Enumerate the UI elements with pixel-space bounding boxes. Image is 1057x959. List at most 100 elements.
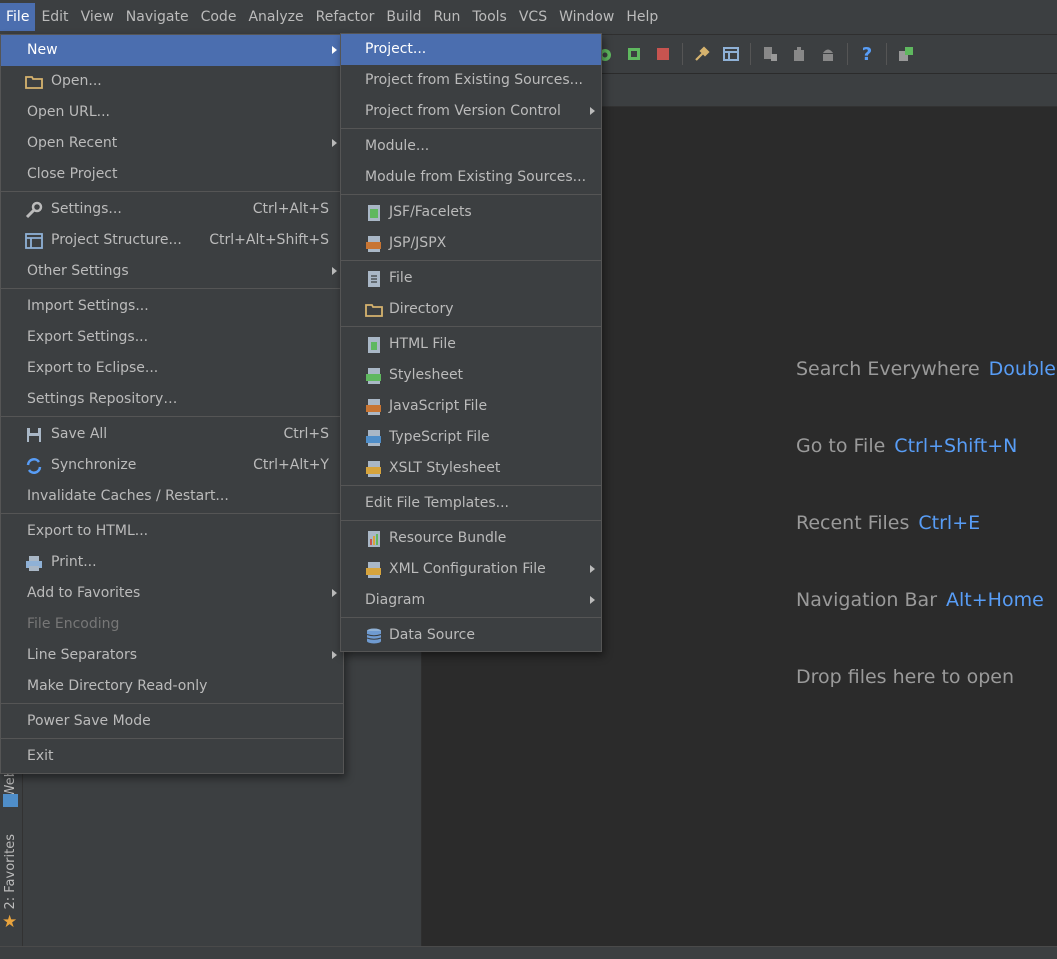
submenu-arrow-icon <box>332 589 337 597</box>
menu-item-label: Edit File Templates... <box>365 495 509 511</box>
menu-item-label: TypeScript File <box>389 429 490 445</box>
menu-item-label: Data Source <box>389 627 475 643</box>
menu-separator <box>341 617 601 618</box>
menu-help[interactable]: Help <box>620 3 664 31</box>
menu-item-power-save[interactable]: Power Save Mode <box>1 706 343 737</box>
menu-item-export-eclipse[interactable]: Export to Eclipse... <box>1 353 343 384</box>
tool-tab-favorites[interactable]: 2: Favorites <box>3 834 18 910</box>
menu-item-open-recent[interactable]: Open Recent <box>1 128 343 159</box>
menu-item-print[interactable]: Print... <box>1 547 343 578</box>
menu-item-xslt[interactable]: XSLT Stylesheet <box>341 453 601 484</box>
menu-navigate[interactable]: Navigate <box>120 3 195 31</box>
sdk-manager-icon[interactable] <box>760 44 780 64</box>
stop-icon[interactable] <box>653 44 673 64</box>
menu-item-settings-repository[interactable]: Settings Repository… <box>1 384 343 415</box>
menu-item-shortcut: Ctrl+Alt+S <box>252 201 329 217</box>
avd-manager-icon[interactable] <box>789 44 809 64</box>
menu-item-jsf[interactable]: JSF/Facelets <box>341 197 601 228</box>
menu-item-export-settings[interactable]: Export Settings... <box>1 322 343 353</box>
menu-separator <box>341 326 601 327</box>
menu-item-new[interactable]: New <box>1 35 343 66</box>
menu-item-open[interactable]: Open... <box>1 66 343 97</box>
menu-item-label: Save All <box>51 426 108 442</box>
menu-item-make-readonly[interactable]: Make Directory Read-only <box>1 671 343 702</box>
hint-shortcut: Ctrl+E <box>918 512 981 534</box>
menu-help-label: Help <box>626 9 659 25</box>
file-menu: New Open... Open URL... Open Recent Clos… <box>0 34 344 774</box>
hint-shortcut: Ctrl+Shift+N <box>894 435 1018 457</box>
submenu-arrow-icon <box>590 596 595 604</box>
submenu-arrow-icon <box>332 651 337 659</box>
menu-item-add-favorites[interactable]: Add to Favorites <box>1 578 343 609</box>
menu-item-project-structure[interactable]: Project Structure... Ctrl+Alt+Shift+S <box>1 225 343 256</box>
menu-item-javascript[interactable]: JavaScript File <box>341 391 601 422</box>
typescript-file-icon <box>366 430 381 446</box>
menu-item-label: Exit <box>27 748 54 764</box>
settings-wrench-icon[interactable] <box>692 44 712 64</box>
menu-item-export-html[interactable]: Export to HTML... <box>1 516 343 547</box>
menu-item-module[interactable]: Module... <box>341 131 601 162</box>
menu-file[interactable]: File <box>0 3 36 31</box>
star-icon: ★ <box>2 912 18 932</box>
menu-code[interactable]: Code <box>195 3 243 31</box>
menu-item-line-separators[interactable]: Line Separators <box>1 640 343 671</box>
menu-build[interactable]: Build <box>380 3 427 31</box>
menu-item-close-project[interactable]: Close Project <box>1 159 343 190</box>
css-file-icon <box>366 368 381 384</box>
menu-analyze[interactable]: Analyze <box>242 3 309 31</box>
menu-item-save-all[interactable]: Save All Ctrl+S <box>1 419 343 450</box>
menu-vcs-label: VCS <box>518 9 548 25</box>
menu-tools[interactable]: Tools <box>466 3 513 31</box>
plugin-icon[interactable] <box>896 44 916 64</box>
database-icon <box>366 628 382 644</box>
menu-item-import-settings[interactable]: Import Settings... <box>1 291 343 322</box>
menu-item-module-existing[interactable]: Module from Existing Sources... <box>341 162 601 193</box>
menu-separator <box>1 513 343 514</box>
menu-item-synchronize[interactable]: Synchronize Ctrl+Alt+Y <box>1 450 343 481</box>
menu-item-project-vcs[interactable]: Project from Version Control <box>341 96 601 127</box>
menu-item-data-source[interactable]: Data Source <box>341 620 601 651</box>
menu-refactor[interactable]: Refactor <box>310 3 381 31</box>
menu-item-exit[interactable]: Exit <box>1 741 343 772</box>
coverage-icon[interactable] <box>624 44 644 64</box>
menu-item-label: JSP/JSPX <box>389 235 447 251</box>
menu-item-new-project[interactable]: Project... <box>341 34 601 65</box>
menu-item-label: Project from Existing Sources... <box>365 72 584 88</box>
android-icon[interactable] <box>818 44 838 64</box>
menu-item-label: Project from Version Control <box>365 103 561 119</box>
menu-item-xml-config[interactable]: XML Configuration File <box>341 554 601 585</box>
menu-vcs[interactable]: VCS <box>513 3 553 31</box>
menu-item-label: Line Separators <box>27 647 138 663</box>
folder-icon <box>25 76 43 89</box>
menu-item-html-file[interactable]: HTML File <box>341 329 601 360</box>
menu-item-edit-templates[interactable]: Edit File Templates... <box>341 488 601 519</box>
menu-item-typescript[interactable]: TypeScript File <box>341 422 601 453</box>
menu-refactor-label: Refactor <box>315 9 375 25</box>
menu-item-label: File Encoding <box>27 616 120 632</box>
menu-run[interactable]: Run <box>428 3 467 31</box>
hint-text: Search Everywhere <box>796 358 980 380</box>
menu-item-directory[interactable]: Directory <box>341 294 601 325</box>
menu-item-open-url[interactable]: Open URL... <box>1 97 343 128</box>
menu-edit[interactable]: Edit <box>35 3 74 31</box>
menu-item-label: Stylesheet <box>389 367 464 383</box>
menu-item-invalidate-caches[interactable]: Invalidate Caches / Restart... <box>1 481 343 512</box>
save-icon <box>27 428 41 442</box>
sync-icon <box>26 458 42 474</box>
menu-view[interactable]: View <box>75 3 120 31</box>
menu-item-stylesheet[interactable]: Stylesheet <box>341 360 601 391</box>
menu-item-resource-bundle[interactable]: Resource Bundle <box>341 523 601 554</box>
menu-item-label: Resource Bundle <box>389 530 507 546</box>
project-structure-icon[interactable] <box>721 44 741 64</box>
menu-item-file[interactable]: File <box>341 263 601 294</box>
help-icon[interactable]: ? <box>857 44 877 65</box>
menu-item-other-settings[interactable]: Other Settings <box>1 256 343 287</box>
menu-item-project-existing[interactable]: Project from Existing Sources... <box>341 65 601 96</box>
menu-item-settings[interactable]: Settings... Ctrl+Alt+S <box>1 194 343 225</box>
menu-item-label: Open... <box>51 73 102 89</box>
menu-item-diagram[interactable]: Diagram <box>341 585 601 616</box>
toolbar-separator <box>750 43 751 65</box>
menu-window[interactable]: Window <box>553 3 620 31</box>
menu-item-jsp[interactable]: JSP/JSPX <box>341 228 601 259</box>
menu-item-label: Module from Existing Sources... <box>365 169 587 185</box>
